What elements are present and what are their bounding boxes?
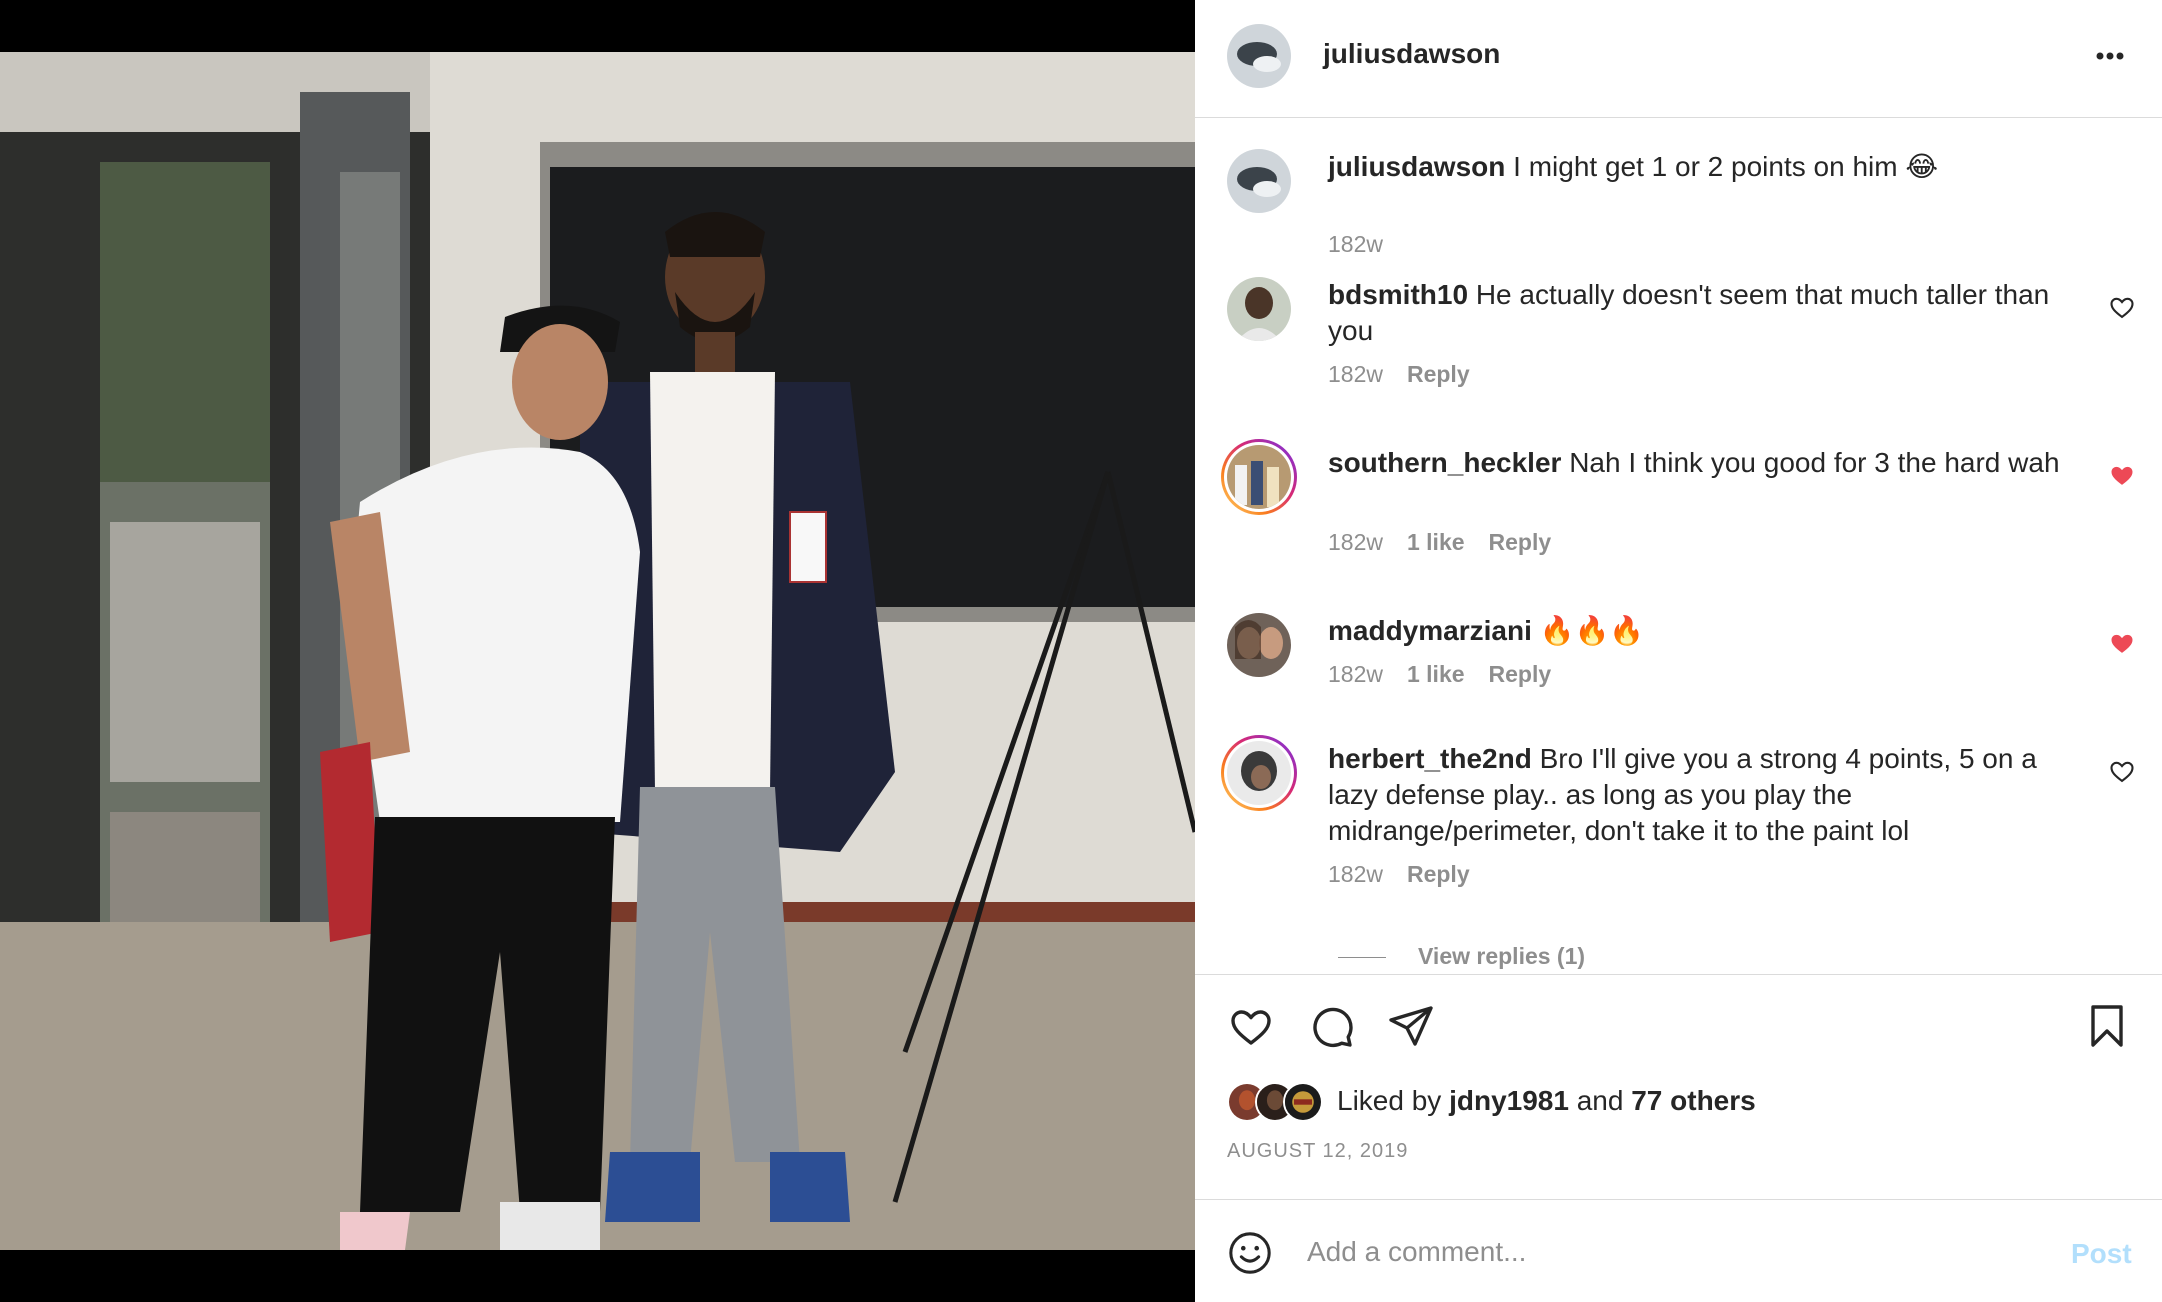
- post-media: [0, 0, 1195, 1302]
- share-paper-plane-icon[interactable]: [1387, 1002, 1435, 1050]
- comment-likes-count[interactable]: 1 like: [1407, 661, 1465, 687]
- comments-list[interactable]: juliusdawson I might get 1 or 2 points o…: [1195, 119, 2162, 974]
- post-comment-button[interactable]: Post: [2071, 1238, 2132, 1270]
- comment-like-heart-icon[interactable]: [2108, 757, 2136, 785]
- comment-liked-heart-icon[interactable]: [2108, 461, 2136, 489]
- comment-time[interactable]: 182w: [1328, 861, 1383, 887]
- comment-text: southern_heckler Nah I think you good fo…: [1328, 445, 2088, 481]
- view-replies-button[interactable]: View replies (1): [1338, 943, 1585, 970]
- likes-summary: Liked by jdny1981 and 77 others: [1227, 1082, 2127, 1122]
- replies-line: [1338, 957, 1386, 959]
- commenter-username[interactable]: southern_heckler: [1328, 447, 1561, 478]
- likes-and: and: [1576, 1085, 1624, 1116]
- comment-time[interactable]: 182w: [1328, 529, 1383, 555]
- post-photo[interactable]: [0, 52, 1195, 1250]
- commenter-avatar: [1227, 445, 1291, 509]
- comment-time[interactable]: 182w: [1328, 661, 1383, 687]
- comment-meta: 182w 1 like Reply: [1328, 529, 1575, 556]
- like-heart-icon[interactable]: [1227, 1002, 1275, 1050]
- add-comment-bar: Post: [1195, 1200, 2162, 1302]
- caption-text: juliusdawson I might get 1 or 2 points o…: [1328, 149, 2088, 185]
- comment-meta: 182w Reply: [1328, 361, 1494, 388]
- commenter-avatar: [1227, 741, 1291, 805]
- caption-meta: 182w: [1328, 231, 1407, 258]
- reply-button[interactable]: Reply: [1489, 529, 1552, 555]
- reply-button[interactable]: Reply: [1407, 361, 1470, 387]
- caption-author-avatar[interactable]: [1227, 149, 1291, 213]
- commenter-avatar-story-ring[interactable]: [1221, 439, 1297, 515]
- commenter-avatar-story-ring[interactable]: [1221, 735, 1297, 811]
- comment-text: maddymarziani 🔥🔥🔥: [1328, 613, 2088, 649]
- commenter-avatar[interactable]: [1227, 277, 1291, 341]
- liked-by-username[interactable]: jdny1981: [1449, 1085, 1569, 1116]
- post-date[interactable]: AUGUST 12, 2019: [1227, 1140, 1408, 1163]
- comment-likes-count[interactable]: 1 like: [1407, 529, 1465, 555]
- author-avatar[interactable]: [1227, 24, 1291, 88]
- comment-meta: 182w 1 like Reply: [1328, 661, 1575, 688]
- commenter-username[interactable]: herbert_the2nd: [1328, 743, 1532, 774]
- likes-prefix: Liked by: [1337, 1085, 1442, 1116]
- caption-username[interactable]: juliusdawson: [1328, 151, 1505, 182]
- caption-time[interactable]: 182w: [1328, 231, 1383, 257]
- instagram-post-view: juliusdawson juliusdawson I might get 1 …: [0, 0, 2162, 1302]
- comment-body: 🔥🔥🔥: [1539, 615, 1645, 646]
- comment-input[interactable]: [1307, 1228, 2007, 1276]
- comment-body: Nah I think you good for 3 the hard wah: [1569, 447, 2060, 478]
- comment-bubble-icon[interactable]: [1307, 1002, 1355, 1050]
- comment-text: herbert_the2nd Bro I'll give you a stron…: [1328, 741, 2088, 849]
- header-divider: [1195, 117, 2162, 118]
- post-details-panel: juliusdawson juliusdawson I might get 1 …: [1195, 0, 2162, 1302]
- likes-others-link[interactable]: 77 others: [1631, 1085, 1756, 1116]
- comment-like-heart-icon[interactable]: [2108, 293, 2136, 321]
- comment-text: bdsmith10 He actually doesn't seem that …: [1328, 277, 2088, 349]
- commenter-username[interactable]: maddymarziani: [1328, 615, 1532, 646]
- comment-liked-heart-icon[interactable]: [2108, 629, 2136, 657]
- emoji-smiley-icon[interactable]: [1227, 1230, 1273, 1276]
- view-replies-label: View replies (1): [1418, 943, 1586, 969]
- reply-button[interactable]: Reply: [1407, 861, 1470, 887]
- action-bar: [1195, 975, 2162, 1055]
- commenter-avatar[interactable]: [1227, 613, 1291, 677]
- likes-text: Liked by jdny1981 and 77 others: [1337, 1085, 1756, 1117]
- photo-illustration: [0, 52, 1195, 1250]
- comment-time[interactable]: 182w: [1328, 361, 1383, 387]
- liker-avatar[interactable]: [1283, 1082, 1323, 1122]
- caption-body: I might get 1 or 2 points on him 😂: [1513, 151, 1939, 182]
- author-username[interactable]: juliusdawson: [1323, 38, 1500, 70]
- more-horizontal-icon[interactable]: [2086, 38, 2134, 74]
- commenter-username[interactable]: bdsmith10: [1328, 279, 1468, 310]
- reply-button[interactable]: Reply: [1489, 661, 1552, 687]
- comment-meta: 182w Reply: [1328, 861, 1494, 888]
- bookmark-save-icon[interactable]: [2083, 1002, 2131, 1050]
